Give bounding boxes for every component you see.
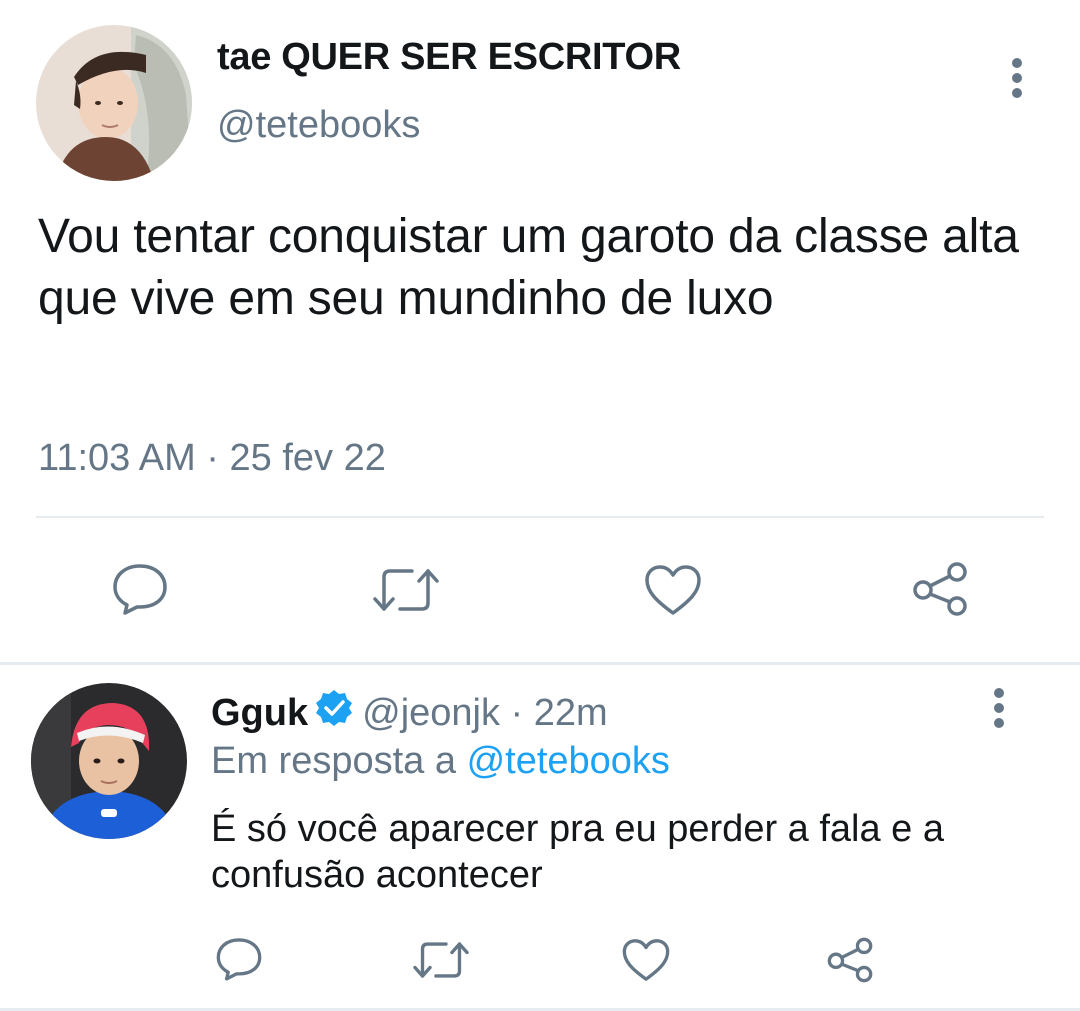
replying-to-line: Em resposta a @tetebooks: [211, 740, 670, 783]
display-name[interactable]: tae QUER SER ESCRITOR: [217, 36, 681, 79]
verified-badge-icon: [314, 688, 354, 738]
reply-age[interactable]: 22m: [534, 692, 608, 735]
avatar-main-user[interactable]: [36, 25, 192, 181]
section-divider: [0, 662, 1080, 665]
tweet-text: Vou tentar conquistar um garoto da class…: [38, 210, 1019, 325]
reply-icon[interactable]: [111, 562, 169, 616]
replying-to-mention[interactable]: @tetebooks: [467, 740, 670, 782]
avatar-reply-user[interactable]: [31, 683, 187, 839]
divider: [36, 516, 1044, 518]
reply-reply-icon[interactable]: [215, 936, 263, 982]
reply-handle[interactable]: @jeonjk: [362, 692, 500, 735]
like-icon[interactable]: [643, 563, 703, 617]
reply-display-name[interactable]: Gguk: [211, 692, 308, 735]
reply-more-options-icon[interactable]: [993, 688, 1005, 733]
share-icon[interactable]: [910, 560, 970, 618]
reply-header: Gguk @jeonjk · 22m: [211, 688, 608, 738]
tweet-timestamp[interactable]: 11:03 AM · 25 fev 22: [38, 437, 386, 480]
reply-text: É só você aparecer pra eu perder a fala …: [211, 808, 945, 896]
meta-separator: ·: [500, 691, 534, 734]
reply-share-icon[interactable]: [825, 936, 875, 984]
replying-to-prefix: Em resposta a: [211, 740, 467, 782]
user-handle[interactable]: @tetebooks: [217, 104, 420, 147]
more-options-icon[interactable]: [1011, 58, 1023, 103]
reply-like-icon[interactable]: [621, 937, 671, 983]
reply-retweet-icon[interactable]: [412, 939, 470, 981]
retweet-icon[interactable]: [372, 565, 440, 615]
